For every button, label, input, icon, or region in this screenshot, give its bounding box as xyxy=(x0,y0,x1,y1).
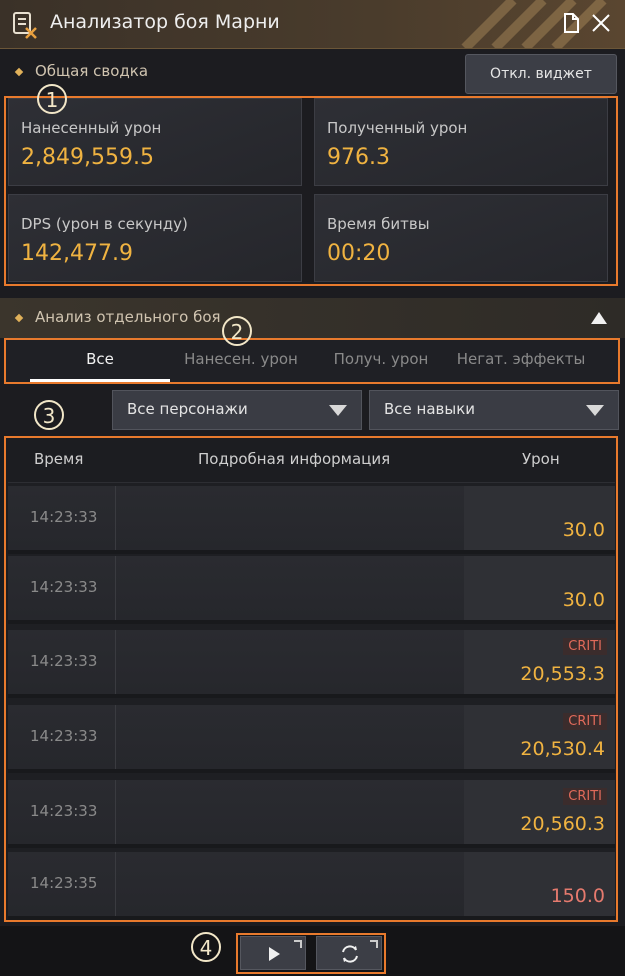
highlight-frame-2 xyxy=(4,338,620,384)
highlight-frame-1 xyxy=(4,96,618,286)
analysis-header[interactable]: Анализ отдельного боя xyxy=(0,298,625,338)
combat-scroll-icon xyxy=(13,12,37,39)
title-bar: Анализатор боя Марни xyxy=(0,0,625,49)
highlight-frame-3 xyxy=(4,436,618,922)
document-icon[interactable] xyxy=(560,12,582,34)
characters-dropdown[interactable]: Все персонажи xyxy=(112,390,362,430)
annotation-badge-3: 3 xyxy=(34,400,64,430)
window-title: Анализатор боя Марни xyxy=(50,11,280,33)
diamond-icon xyxy=(14,313,24,323)
collapse-icon[interactable] xyxy=(591,312,607,324)
chevron-down-icon xyxy=(329,405,347,416)
annotation-badge-4: 4 xyxy=(191,932,221,962)
annotation-badge-2: 2 xyxy=(222,316,252,346)
skills-dropdown[interactable]: Все навыки xyxy=(369,390,619,430)
dropdown-value: Все навыки xyxy=(384,400,476,418)
dropdown-value: Все персонажи xyxy=(127,400,248,418)
close-icon[interactable] xyxy=(590,12,612,34)
diamond-icon xyxy=(14,67,24,77)
chevron-down-icon xyxy=(586,405,604,416)
summary-title: Общая сводка xyxy=(35,62,149,80)
disable-widget-button[interactable]: Откл. виджет xyxy=(465,54,617,94)
analysis-title: Анализ отдельного боя xyxy=(35,308,221,326)
highlight-frame-4 xyxy=(236,933,386,974)
annotation-badge-1: 1 xyxy=(37,84,67,114)
